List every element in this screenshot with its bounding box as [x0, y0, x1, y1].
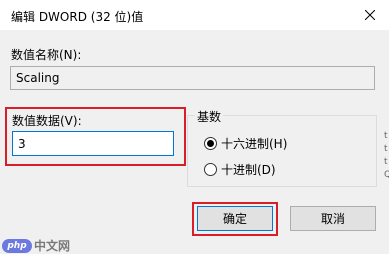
- radio-hex-label: 十六进制(H): [221, 137, 288, 151]
- close-icon: [364, 10, 375, 20]
- radio-decimal-indicator[interactable]: [204, 163, 217, 176]
- php-logo-icon: php: [2, 238, 32, 253]
- title-bar: 编辑 DWORD (32 位)值: [0, 0, 389, 30]
- window-title: 编辑 DWORD (32 位)值: [11, 10, 144, 24]
- background-edge-text: t t t Q: [384, 131, 389, 180]
- radio-decimal-label: 十进制(D): [221, 163, 276, 177]
- watermark: php 中文网: [2, 237, 70, 254]
- radio-decimal[interactable]: 十进制(D): [204, 161, 276, 178]
- ok-button[interactable]: 确定: [197, 206, 273, 231]
- cancel-button[interactable]: 取消: [290, 206, 376, 231]
- base-group-title: 基数: [195, 108, 224, 125]
- value-data-input[interactable]: [12, 131, 174, 156]
- value-name-field[interactable]: Scaling: [10, 66, 375, 90]
- close-button[interactable]: [350, 0, 389, 30]
- watermark-text: 中文网: [34, 239, 71, 253]
- value-data-label: 数值数据(V):: [12, 114, 82, 128]
- value-name-label: 数值名称(N):: [11, 48, 82, 62]
- radio-hex-indicator[interactable]: [204, 137, 217, 150]
- radio-hex[interactable]: 十六进制(H): [204, 135, 287, 152]
